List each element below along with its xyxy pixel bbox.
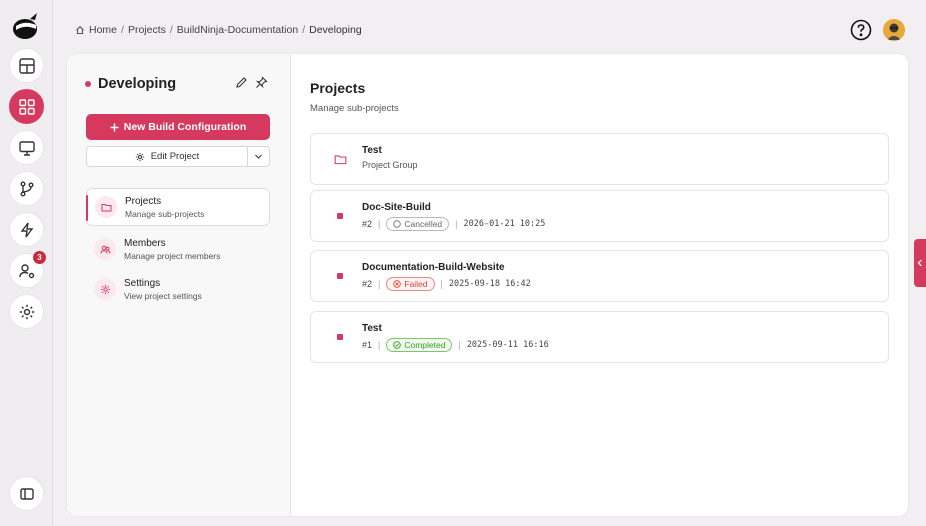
side-panel-toggle[interactable] xyxy=(914,239,926,287)
list-item-build[interactable]: Doc-Site-Build #2 | Cancelled | 2026-01-… xyxy=(310,190,889,242)
navigation-rail: 3 xyxy=(0,0,53,526)
dashboard-icon xyxy=(18,57,35,74)
main-card: Developing New Build Configuration Edit … xyxy=(67,54,908,516)
project-panel: Developing New Build Configuration Edit … xyxy=(67,54,291,516)
failed-icon xyxy=(393,280,402,288)
edit-project-button[interactable]: Edit Project xyxy=(87,147,248,166)
sidebar-toggle-icon xyxy=(19,487,34,500)
gear-icon xyxy=(100,284,110,294)
grid-icon xyxy=(18,98,35,115)
build-config-icon xyxy=(337,273,343,279)
breadcrumb-home[interactable]: Home xyxy=(89,24,117,36)
page-title: Projects xyxy=(310,80,366,96)
timestamp: 2025-09-11 16:16 xyxy=(466,340,549,350)
build-config-icon xyxy=(337,213,343,219)
cancelled-icon xyxy=(393,220,402,228)
build-config-icon xyxy=(337,334,343,340)
gear-icon xyxy=(135,152,144,161)
project-title: Developing xyxy=(85,76,176,92)
build-number: #2 xyxy=(362,219,373,229)
breadcrumb-parent[interactable]: BuildNinja-Documentation xyxy=(177,24,298,36)
notification-badge: 3 xyxy=(33,251,46,264)
status-badge: Completed xyxy=(386,338,453,352)
gear-icon xyxy=(19,304,34,319)
folder-icon xyxy=(334,154,346,164)
list-item-build[interactable]: Test #1 | Completed | 2025-09-11 16:16 xyxy=(310,311,889,363)
list-item-project-group[interactable]: Test Project Group xyxy=(310,133,889,185)
timestamp: 2025-09-18 16:42 xyxy=(448,279,531,289)
nav-item-settings[interactable]: Settings View project settings xyxy=(86,270,270,308)
build-number: #2 xyxy=(362,279,373,289)
folder-icon xyxy=(101,203,111,211)
triggers-button[interactable] xyxy=(9,212,44,247)
nav-item-members[interactable]: Members Manage project members xyxy=(86,230,270,268)
help-icon[interactable] xyxy=(850,19,872,41)
chevron-down-icon xyxy=(255,154,262,159)
breadcrumb-current: Developing xyxy=(309,24,362,36)
pencil-icon[interactable] xyxy=(235,76,248,89)
build-number: #1 xyxy=(362,340,373,350)
plus-icon xyxy=(110,123,119,131)
check-circle-icon xyxy=(393,341,402,349)
pin-icon[interactable] xyxy=(255,76,268,89)
new-build-configuration-button[interactable]: New Build Configuration xyxy=(86,114,270,140)
status-badge: Cancelled xyxy=(386,217,450,231)
sidebar-toggle-button[interactable] xyxy=(9,476,44,511)
status-dot xyxy=(85,81,91,87)
lightning-icon xyxy=(20,222,33,237)
logo-icon[interactable] xyxy=(10,10,42,42)
agents-button[interactable] xyxy=(9,130,44,165)
chevron-left-icon xyxy=(917,259,922,267)
user-settings-icon xyxy=(18,263,34,278)
members-icon xyxy=(100,245,110,254)
list-item-build[interactable]: Documentation-Build-Website #2 | Failed … xyxy=(310,250,889,302)
edit-project-dropdown[interactable] xyxy=(248,152,269,161)
dashboard-button[interactable] xyxy=(9,48,44,83)
breadcrumb: Home / Projects / BuildNinja-Documentati… xyxy=(75,24,362,36)
users-button[interactable]: 3 xyxy=(9,251,46,288)
edit-project-button-group: Edit Project xyxy=(86,146,270,167)
user-avatar-icon xyxy=(883,19,905,41)
avatar[interactable] xyxy=(883,19,905,41)
breadcrumb-projects[interactable]: Projects xyxy=(128,24,166,36)
settings-button[interactable] xyxy=(9,294,44,329)
status-badge: Failed xyxy=(386,277,435,291)
nav-item-projects[interactable]: Projects Manage sub-projects xyxy=(86,188,270,226)
branch-icon xyxy=(20,181,33,196)
vcs-button[interactable] xyxy=(9,171,44,206)
monitor-icon xyxy=(18,140,35,156)
projects-button[interactable] xyxy=(9,89,44,124)
subprojects-panel: Projects Manage sub-projects Test Projec… xyxy=(291,54,908,516)
page-subtitle: Manage sub-projects xyxy=(310,103,399,114)
timestamp: 2026-01-21 10:25 xyxy=(463,219,546,229)
home-icon xyxy=(76,26,84,35)
